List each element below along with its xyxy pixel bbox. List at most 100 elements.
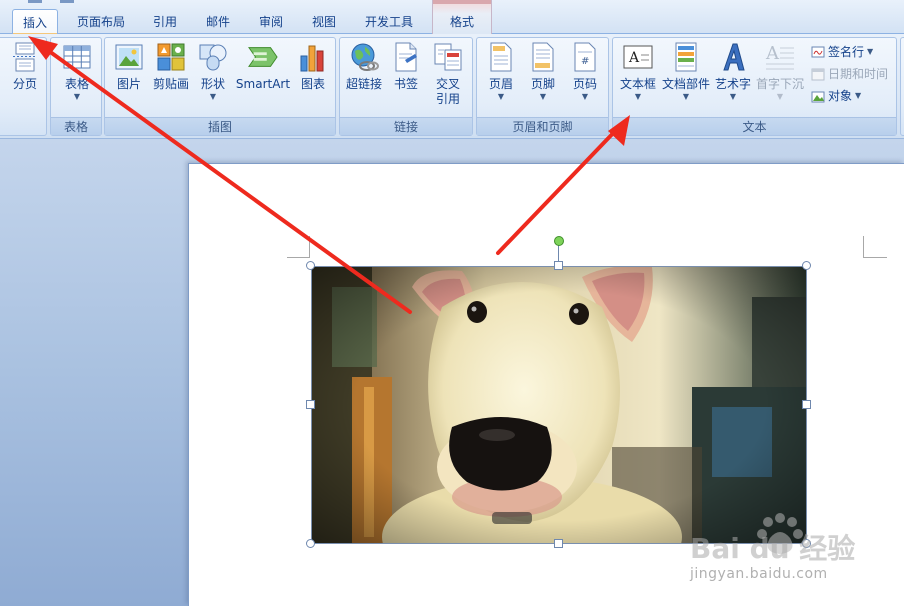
footer-button[interactable]: 页脚 ▼ xyxy=(523,41,563,102)
group-table: 表格 ▼ 表格 xyxy=(50,37,102,136)
cross-reference-label: 交叉 引用 xyxy=(436,77,460,107)
group-text: A 文本框 ▼ 文档部件 ▼ 艺术字 ▼ A 首字下沉 ▼ 签名行 ▼ 日期和时… xyxy=(612,37,897,136)
date-time-label: 日期和时间 xyxy=(828,67,889,81)
cross-reference-button[interactable]: 交叉 引用 xyxy=(428,41,468,107)
table-button[interactable]: 表格 ▼ xyxy=(57,41,97,102)
shapes-label: 形状 xyxy=(200,77,225,91)
wordart-icon xyxy=(718,41,748,73)
date-time-button[interactable]: 日期和时间 xyxy=(811,65,888,82)
resize-handle-top[interactable] xyxy=(554,261,563,270)
tab-references[interactable]: 引用 xyxy=(145,9,185,34)
page-break-label: 分页 xyxy=(12,77,37,91)
shapes-icon xyxy=(198,41,228,73)
chevron-down-icon: ▼ xyxy=(634,92,642,101)
resize-handle-right[interactable] xyxy=(802,400,811,409)
watermark-url: jingyan.baidu.com xyxy=(690,566,828,582)
drop-cap-icon: A xyxy=(765,41,795,73)
header-button[interactable]: 页眉 ▼ xyxy=(481,41,521,102)
resize-handle-left[interactable] xyxy=(306,400,315,409)
baidu-jingyan-watermark: Bai du 经验 xyxy=(690,513,855,565)
picture-label: 图片 xyxy=(116,77,141,91)
bookmark-label: 书签 xyxy=(393,77,418,91)
group-symbols-partial xyxy=(900,37,904,136)
tab-format[interactable]: 格式 xyxy=(438,9,486,34)
chart-label: 图表 xyxy=(300,77,325,91)
footer-icon xyxy=(528,41,558,73)
header-icon xyxy=(486,41,516,73)
dog-photo xyxy=(312,267,806,543)
resize-handle-bottom[interactable] xyxy=(554,539,563,548)
chevron-down-icon: ▼ xyxy=(776,92,784,101)
wordart-label: 艺术字 xyxy=(714,77,751,91)
hyperlink-label: 超链接 xyxy=(345,77,382,91)
object-label: 对象 xyxy=(828,89,853,103)
rotation-handle[interactable] xyxy=(554,236,564,246)
globe-link-icon xyxy=(349,41,379,73)
resize-handle-top-right[interactable] xyxy=(802,261,811,270)
signature-line-button[interactable]: 签名行 ▼ xyxy=(811,43,873,60)
chevron-down-icon: ▼ xyxy=(539,92,547,101)
resize-handle-top-left[interactable] xyxy=(306,261,315,270)
group-pages: 分页 xyxy=(0,37,47,136)
bookmark-icon xyxy=(391,41,421,73)
quick-access-stub xyxy=(28,0,42,3)
tab-page-layout[interactable]: 页面布局 xyxy=(70,9,132,34)
svg-text:A: A xyxy=(765,43,780,64)
cross-reference-label-line2: 引用 xyxy=(435,92,460,106)
clipart-button[interactable]: 剪贴画 xyxy=(149,41,193,92)
quick-parts-button[interactable]: 文档部件 ▼ xyxy=(661,41,711,102)
chevron-down-icon: ▼ xyxy=(682,92,690,101)
group-label-header-footer: 页眉和页脚 xyxy=(477,117,608,135)
table-label: 表格 xyxy=(64,77,89,91)
margin-corner-mark xyxy=(863,236,864,258)
tab-review[interactable]: 审阅 xyxy=(251,9,291,34)
signature-icon xyxy=(811,45,825,59)
smartart-button[interactable]: SmartArt xyxy=(233,41,293,92)
group-links: 超链接 书签 交叉 引用 链接 xyxy=(339,37,473,136)
group-label-illustrations: 插图 xyxy=(105,117,335,135)
tab-developer[interactable]: 开发工具 xyxy=(358,9,420,34)
drop-cap-label: 首字下沉 xyxy=(755,77,804,91)
margin-corner-mark xyxy=(863,257,887,258)
footer-label: 页脚 xyxy=(530,77,555,91)
group-header-footer: 页眉 ▼ 页脚 ▼ # 页码 ▼ 页眉和页脚 xyxy=(476,37,609,136)
drop-cap-button[interactable]: A 首字下沉 ▼ xyxy=(755,41,805,102)
chart-button[interactable]: 图表 xyxy=(295,41,331,92)
hyperlink-button[interactable]: 超链接 xyxy=(344,41,384,92)
bar-chart-icon xyxy=(298,41,328,73)
ribbon: 分页 表格 ▼ 表格 图片 剪贴画 形状 ▼ SmartArt 图表 插图 超链… xyxy=(0,34,904,139)
textbox-button[interactable]: A 文本框 ▼ xyxy=(617,41,659,102)
picture-button[interactable]: 图片 xyxy=(111,41,147,92)
page-number-button[interactable]: # 页码 ▼ xyxy=(565,41,605,102)
smartart-icon xyxy=(248,41,278,73)
resize-handle-bottom-left[interactable] xyxy=(306,539,315,548)
svg-text:#: # xyxy=(581,56,589,67)
page-number-label: 页码 xyxy=(572,77,597,91)
page-number-icon: # xyxy=(570,41,600,73)
chevron-down-icon: ▼ xyxy=(581,92,589,101)
object-icon xyxy=(811,89,825,103)
chevron-down-icon: ▼ xyxy=(867,47,874,56)
chevron-down-icon: ▼ xyxy=(729,92,737,101)
quick-parts-label: 文档部件 xyxy=(661,77,710,91)
bookmark-button[interactable]: 书签 xyxy=(388,41,424,92)
cross-reference-icon xyxy=(433,41,463,73)
object-button[interactable]: 对象 ▼ xyxy=(811,87,861,104)
table-grid-icon xyxy=(62,41,92,73)
tab-mailings[interactable]: 邮件 xyxy=(198,9,238,34)
header-label: 页眉 xyxy=(488,77,513,91)
chevron-down-icon: ▼ xyxy=(209,92,217,101)
tab-insert[interactable]: 插入 xyxy=(12,9,58,35)
shapes-button[interactable]: 形状 ▼ xyxy=(195,41,231,102)
tab-view[interactable]: 视图 xyxy=(304,9,344,34)
quick-access-stub xyxy=(60,0,74,3)
smartart-label: SmartArt xyxy=(235,77,291,91)
page-break-button[interactable]: 分页 xyxy=(5,41,45,92)
wordart-button[interactable]: 艺术字 ▼ xyxy=(713,41,753,102)
inserted-picture[interactable] xyxy=(311,266,807,544)
group-label-text: 文本 xyxy=(613,117,896,135)
margin-corner-mark xyxy=(287,257,309,258)
signature-line-label: 签名行 xyxy=(828,45,865,59)
clipart-icon xyxy=(156,41,186,73)
quick-parts-icon xyxy=(671,41,701,73)
